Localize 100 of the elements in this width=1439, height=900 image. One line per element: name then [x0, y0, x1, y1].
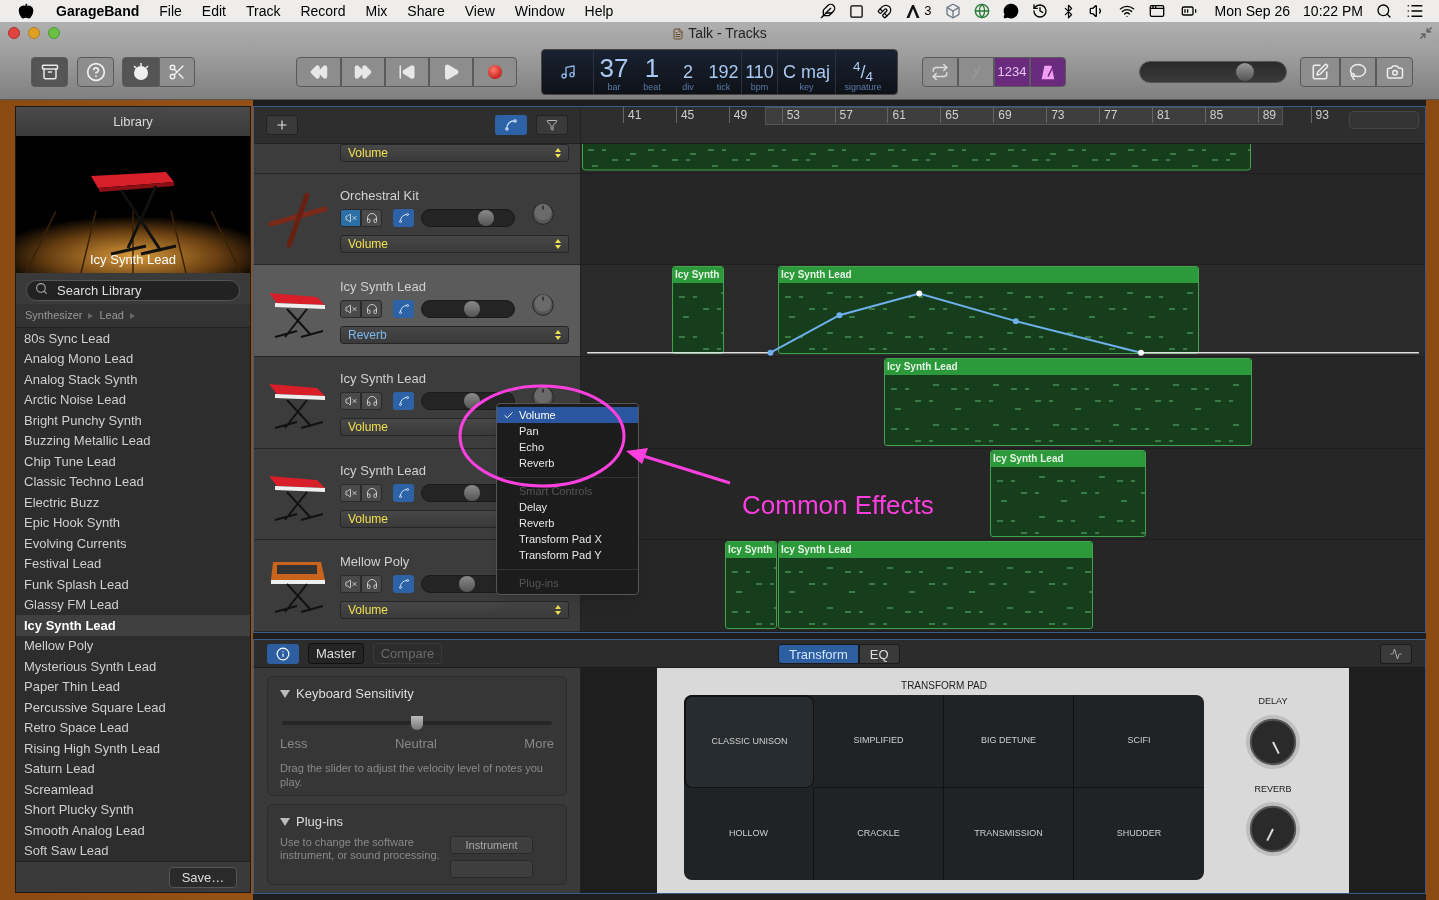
solo-button[interactable] [361, 300, 382, 319]
patch-item[interactable]: Icy Synth Lead [16, 615, 250, 636]
track-header[interactable]: Icy Synth Lead Reverb [254, 265, 580, 358]
info-button[interactable] [267, 643, 299, 664]
patch-item[interactable]: Electric Buzz [16, 492, 250, 513]
panel-tab[interactable]: Transform [778, 644, 859, 664]
effect-knob[interactable] [1244, 712, 1302, 771]
slider-thumb[interactable] [463, 301, 480, 318]
triangle-logo-icon[interactable] [905, 3, 922, 19]
slider-thumb[interactable] [411, 715, 423, 730]
patch-item[interactable]: Festival Lead [16, 553, 250, 574]
transform-pad[interactable]: TRANSMISSION [944, 787, 1074, 880]
patch-item[interactable]: Arctic Noise Lead [16, 389, 250, 410]
volume-slider[interactable] [421, 208, 515, 227]
search-icon[interactable] [1376, 3, 1392, 19]
patch-item[interactable]: Rising High Synth Lead [16, 738, 250, 759]
transform-pad[interactable]: CRACKLE [814, 787, 944, 880]
feather-icon[interactable] [820, 3, 837, 19]
patch-item[interactable]: Bright Punchy Synth [16, 410, 250, 431]
play-button[interactable] [429, 57, 473, 87]
menu-item[interactable]: Mix [365, 0, 388, 22]
cycle-button[interactable] [922, 57, 958, 87]
close-button[interactable] [8, 27, 20, 39]
transform-pad[interactable]: SCIFI [1074, 695, 1204, 788]
transform-pad[interactable]: BIG DETUNE [944, 695, 1074, 788]
automation-popup[interactable]: Volume [340, 601, 569, 620]
count-in-button[interactable]: 1234 [994, 57, 1030, 87]
effect-knob[interactable] [1244, 800, 1302, 858]
menubar-date[interactable]: Mon Sep 26 [1214, 0, 1291, 22]
menu-item[interactable]: Edit [201, 0, 226, 22]
add-track-button[interactable] [266, 114, 298, 135]
master-volume-slider[interactable] [1139, 61, 1287, 83]
patch-item[interactable]: Evolving Currents [16, 533, 250, 554]
slider-thumb[interactable] [463, 393, 480, 410]
sensitivity-slider[interactable] [282, 715, 552, 730]
instrument-button[interactable]: Instrument [450, 835, 533, 854]
automation-button[interactable] [393, 300, 414, 319]
breadcrumb-item[interactable]: Lead [99, 307, 124, 324]
metronome-button[interactable] [1030, 57, 1066, 87]
menu-option[interactable]: Volume [497, 407, 638, 423]
patch-item[interactable]: Epic Hook Synth [16, 512, 250, 533]
patch-item[interactable]: Percussive Square Lead [16, 697, 250, 718]
midi-region[interactable] [582, 143, 1251, 171]
patch-item[interactable]: Smooth Analog Lead [16, 820, 250, 841]
panel-button[interactable]: Master [308, 643, 364, 664]
smart-controls-button[interactable] [122, 57, 159, 87]
disclosure-triangle-icon[interactable] [280, 817, 290, 826]
solo-button[interactable] [361, 392, 382, 411]
mute-button[interactable] [340, 300, 361, 319]
patch-item[interactable]: Paper Thin Lead [16, 676, 250, 697]
automation-button[interactable] [393, 483, 414, 502]
app-menu[interactable]: GarageBand [56, 0, 140, 22]
menu-item[interactable]: File [159, 0, 182, 22]
patch-item[interactable]: Saturn Lead [16, 758, 250, 779]
patch-item[interactable]: Retro Space Lead [16, 717, 250, 738]
transform-pad[interactable]: SIMPLIFIED [814, 695, 944, 788]
solo-button[interactable] [361, 483, 382, 502]
magnet-icon[interactable] [877, 3, 893, 19]
menu-item[interactable]: Share [407, 0, 445, 22]
patch-item[interactable]: Soft Saw Lead [16, 840, 250, 861]
volume-slider[interactable] [421, 300, 515, 319]
transform-pad[interactable]: CLASSIC UNISON [684, 695, 814, 788]
search-field[interactable]: Search Library [26, 280, 240, 301]
view-options-button[interactable] [1380, 643, 1412, 664]
disclosure-triangle-icon[interactable] [280, 689, 290, 698]
time-machine-icon[interactable] [1031, 3, 1048, 19]
library-button[interactable] [31, 57, 68, 87]
notepad-button[interactable] [1300, 57, 1340, 87]
slider-thumb[interactable] [463, 484, 480, 501]
patch-item[interactable]: Mellow Poly [16, 635, 250, 656]
panel-tab[interactable]: EQ [858, 644, 900, 664]
slider-thumb[interactable] [1236, 63, 1255, 81]
apple-icon[interactable] [18, 3, 34, 19]
patch-item[interactable]: Analog Mono Lead [16, 348, 250, 369]
patch-item[interactable]: 80s Sync Lead [16, 328, 250, 349]
solo-button[interactable] [361, 208, 382, 227]
patch-item[interactable]: Screamlead [16, 779, 250, 800]
menu-icon[interactable] [1405, 2, 1425, 20]
transform-pad[interactable]: HOLLOW [684, 787, 814, 880]
patch-item[interactable]: Mysterious Synth Lead [16, 656, 250, 677]
patch-item[interactable]: Glassy FM Lead [16, 594, 250, 615]
mute-button[interactable] [340, 575, 361, 594]
slider-thumb[interactable] [459, 576, 476, 593]
square-icon[interactable] [849, 3, 865, 19]
menubar-time[interactable]: 10:22 PM [1303, 0, 1363, 22]
mute-button[interactable] [340, 483, 361, 502]
globe-icon[interactable] [973, 3, 990, 19]
automation-button[interactable] [393, 208, 414, 227]
mute-button[interactable] [340, 208, 361, 227]
menu-item[interactable]: Window [514, 0, 565, 22]
patch-item[interactable]: Short Plucky Synth [16, 799, 250, 820]
slider-thumb[interactable] [478, 209, 495, 226]
wifi-icon[interactable] [1117, 3, 1136, 19]
mute-button[interactable] [340, 392, 361, 411]
fullscreen-icon[interactable] [1419, 26, 1433, 40]
track-header[interactable]: Orchestral Kit Volume [254, 173, 580, 266]
patch-item[interactable]: Analog Stack Synth [16, 369, 250, 390]
rewind-button[interactable] [296, 57, 341, 87]
solo-button[interactable] [361, 575, 382, 594]
breadcrumb-item[interactable]: Synthesizer [25, 307, 83, 324]
